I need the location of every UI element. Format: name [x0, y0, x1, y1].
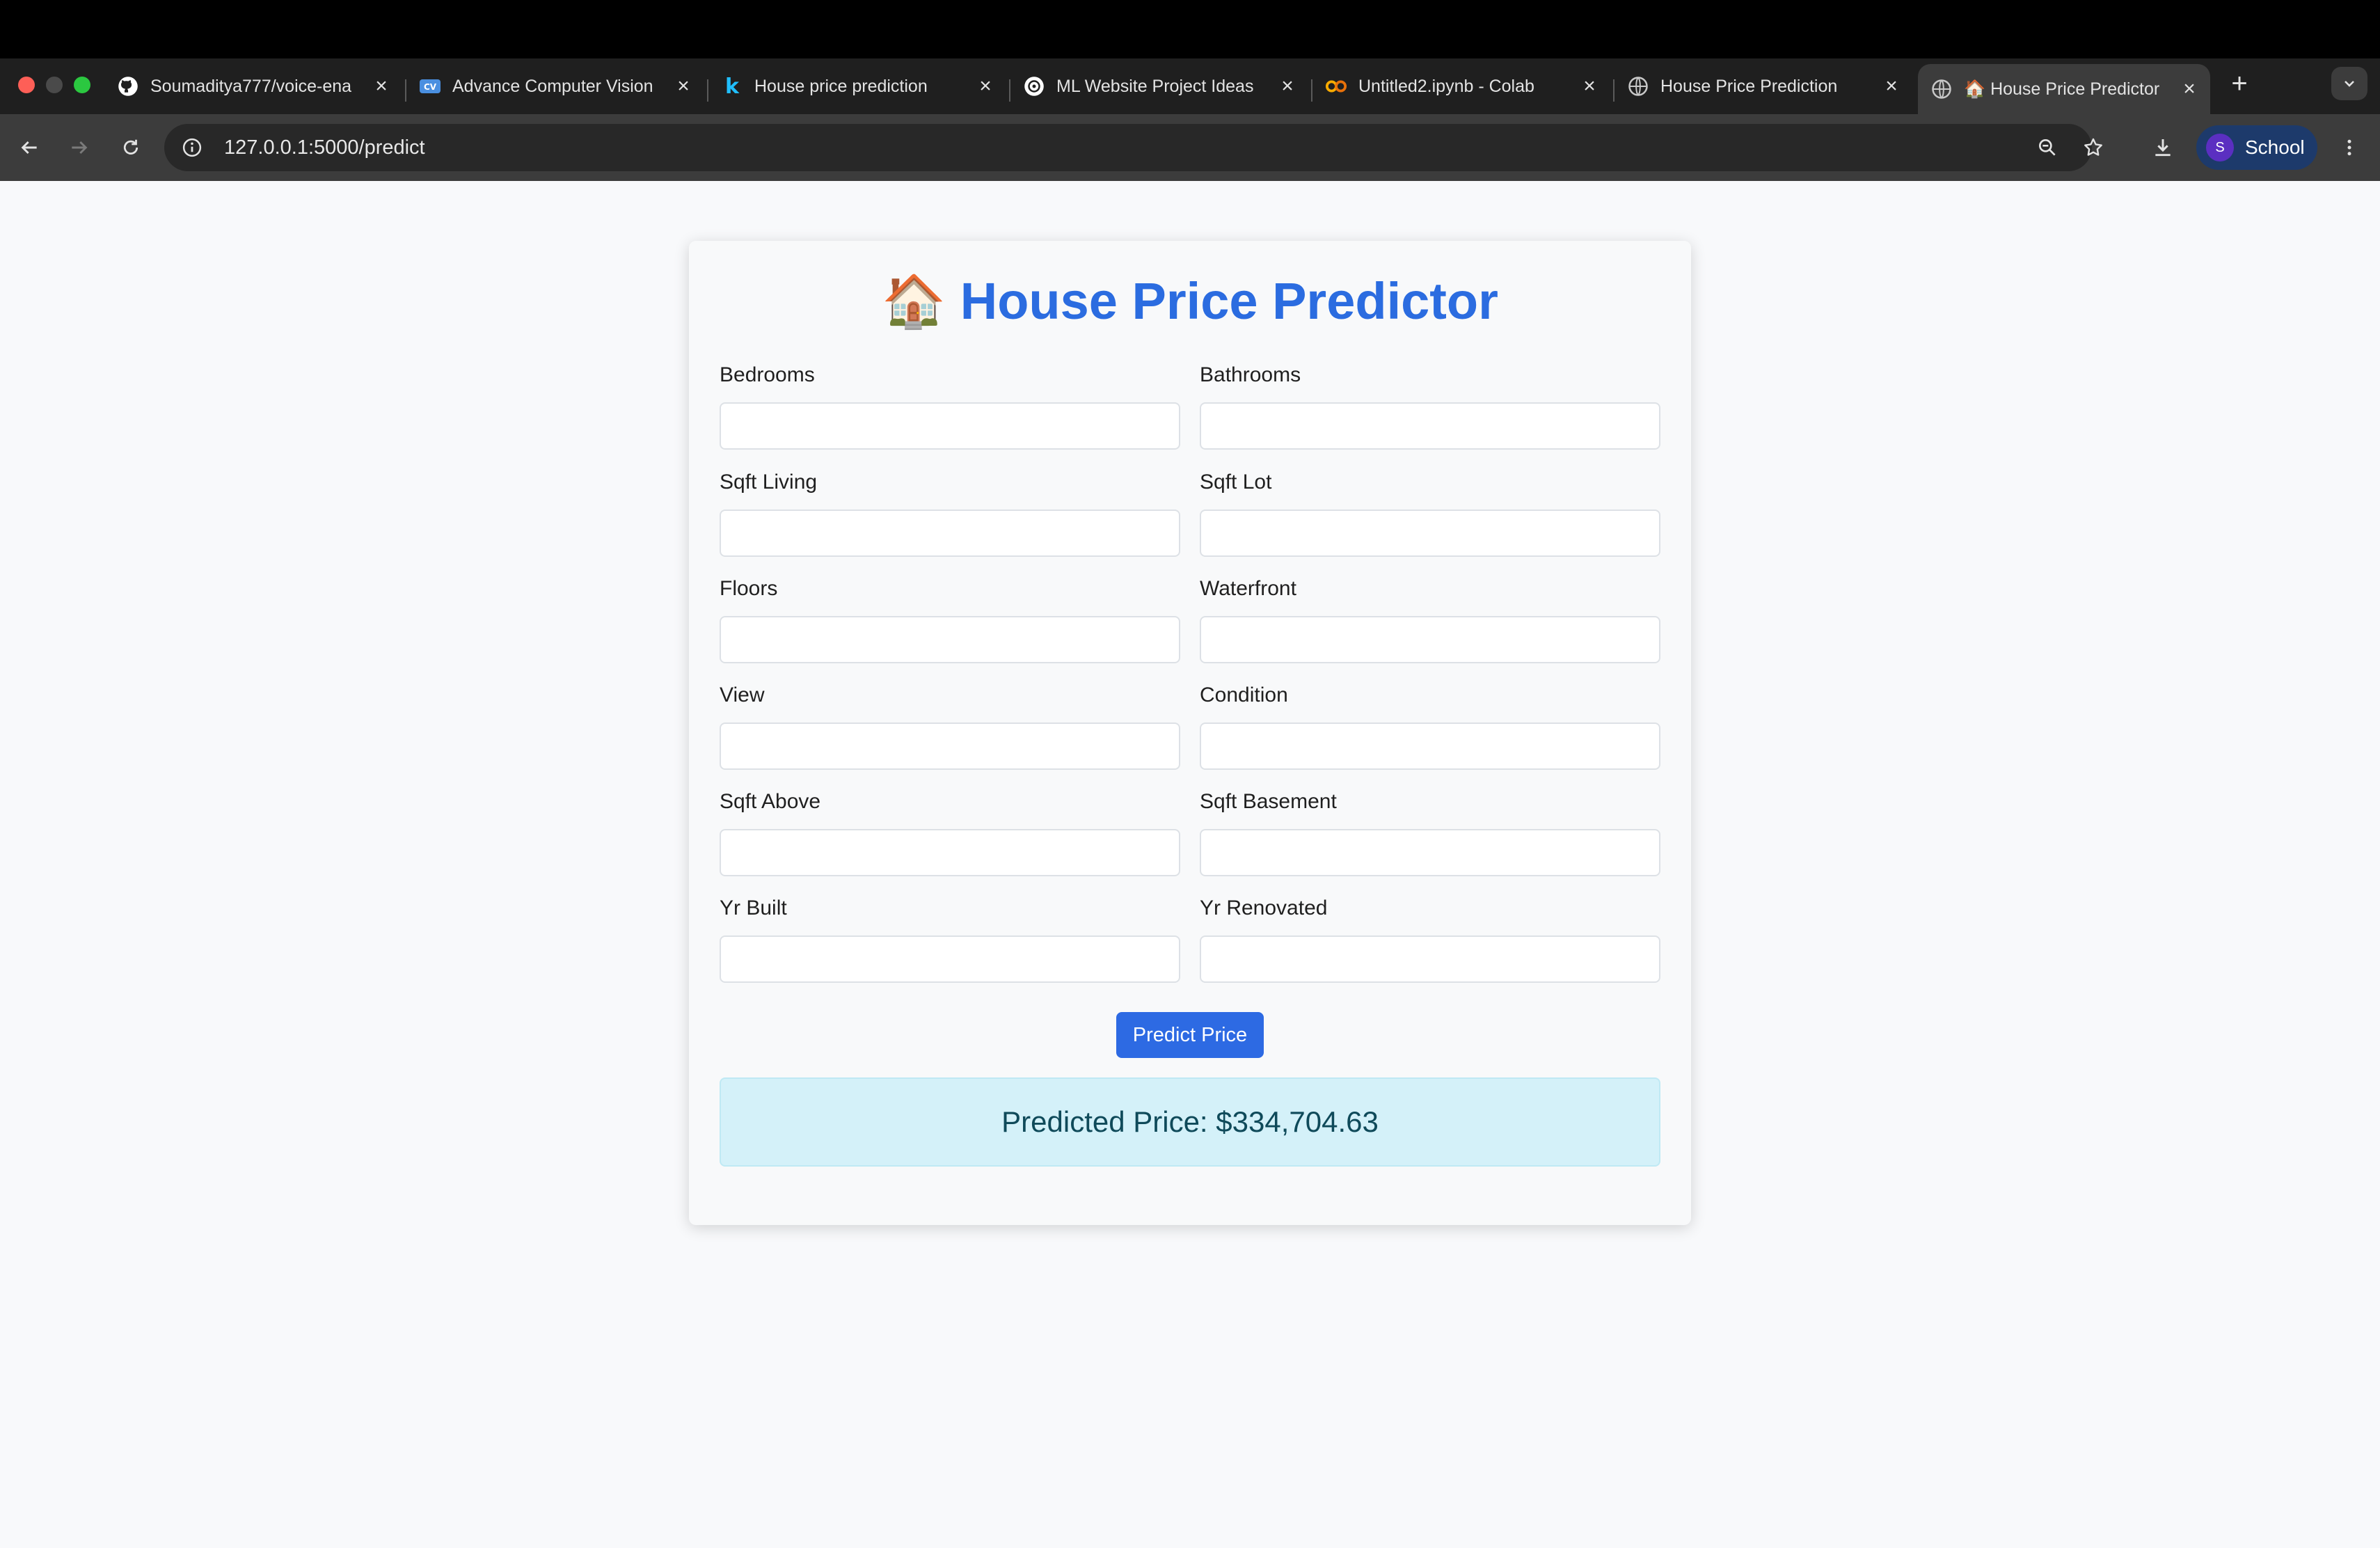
tab-github[interactable]: Soumaditya777/voice-ena ×	[117, 64, 394, 109]
globe-icon	[1627, 75, 1649, 97]
house-icon: 🏠	[882, 272, 946, 330]
arrow-right-icon	[72, 141, 88, 155]
tab-title: Soumaditya777/voice-ena	[150, 76, 352, 96]
downloads-button[interactable]	[2146, 131, 2180, 164]
kaggle-icon: k	[721, 75, 743, 97]
tab-separator	[1311, 79, 1312, 102]
url-text: 127.0.0.1:5000/predict	[224, 136, 425, 159]
avatar: S	[2206, 134, 2234, 161]
download-icon	[2155, 139, 2171, 157]
tab-colab[interactable]: Untitled2.ipynb - Colab ×	[1325, 64, 1602, 109]
bedrooms-input[interactable]	[720, 402, 1180, 450]
close-tab-icon[interactable]: ×	[1577, 74, 1602, 99]
close-tab-icon[interactable]: ×	[973, 74, 998, 99]
page-title: 🏠 House Price Predictor	[689, 271, 1691, 332]
chevron-down-icon	[2345, 81, 2354, 87]
back-button[interactable]	[13, 131, 46, 164]
predict-price-button[interactable]: Predict Price	[1116, 1012, 1264, 1058]
maximize-window-button[interactable]	[74, 77, 90, 93]
view-label: View	[720, 684, 765, 706]
tab-title: ML Website Project Ideas	[1056, 76, 1254, 96]
github-icon	[117, 75, 139, 97]
svg-text:CV: CV	[424, 82, 437, 92]
address-bar[interactable]: 127.0.0.1:5000/predict	[164, 124, 2092, 171]
forward-button[interactable]	[63, 131, 96, 164]
predicted-price-text: Predicted Price: $334,704.63	[1001, 1105, 1379, 1138]
tab-separator	[405, 79, 406, 102]
colab-icon	[1325, 75, 1347, 97]
window-top-bar	[0, 0, 2380, 58]
close-tab-icon[interactable]: ×	[671, 74, 696, 99]
tab-separator	[707, 79, 708, 102]
tab-separator	[1613, 79, 1615, 102]
condition-input[interactable]	[1200, 722, 1660, 770]
openai-icon	[1023, 75, 1045, 97]
sqft-living-label: Sqft Living	[720, 471, 818, 493]
close-tab-icon[interactable]: ×	[2177, 77, 2202, 102]
predictor-card: 🏠 House Price Predictor Bedrooms Bathroo…	[689, 241, 1691, 1225]
globe-icon	[1930, 78, 1953, 100]
page-title-text: House Price Predictor	[960, 272, 1498, 330]
cv-icon: CV	[419, 75, 441, 97]
page-content: 🏠 House Price Predictor Bedrooms Bathroo…	[0, 181, 2380, 1548]
arrow-left-icon	[21, 141, 37, 155]
kebab-menu-icon	[2347, 139, 2351, 156]
sqft-living-input[interactable]	[720, 510, 1180, 557]
tab-title: House price prediction	[754, 76, 928, 96]
tab-strip: Soumaditya777/voice-ena × CV Advance Com…	[0, 58, 2380, 114]
sqft-lot-input[interactable]	[1200, 510, 1660, 557]
bathrooms-label: Bathrooms	[1200, 363, 1301, 386]
close-tab-icon[interactable]: ×	[369, 74, 394, 99]
star-icon	[2084, 138, 2102, 156]
tab-kaggle[interactable]: k House price prediction ×	[721, 64, 998, 109]
close-tab-icon[interactable]: ×	[1275, 74, 1300, 99]
floors-input[interactable]	[720, 616, 1180, 663]
sqft-above-input[interactable]	[720, 829, 1180, 876]
tab-chatgpt[interactable]: ML Website Project Ideas ×	[1023, 64, 1300, 109]
site-info-icon[interactable]	[180, 135, 205, 160]
condition-label: Condition	[1200, 684, 1288, 706]
yr-built-label: Yr Built	[720, 897, 787, 919]
sqft-above-label: Sqft Above	[720, 790, 821, 813]
bookmark-button[interactable]	[2077, 131, 2110, 164]
zoom-button[interactable]	[2031, 131, 2064, 164]
minimize-window-button[interactable]	[46, 77, 63, 93]
waterfront-input[interactable]	[1200, 616, 1660, 663]
bathrooms-input[interactable]	[1200, 402, 1660, 450]
tab-search-button[interactable]	[2331, 67, 2367, 100]
prediction-result: Predicted Price: $334,704.63	[720, 1077, 1660, 1167]
yr-built-input[interactable]	[720, 935, 1180, 983]
tab-separator	[1009, 79, 1010, 102]
reload-button[interactable]	[114, 131, 148, 164]
sqft-basement-input[interactable]	[1200, 829, 1660, 876]
floors-label: Floors	[720, 577, 778, 600]
profile-name: School	[2245, 136, 2305, 158]
sqft-lot-label: Sqft Lot	[1200, 471, 1272, 493]
browser-menu-button[interactable]	[2333, 131, 2366, 164]
tab-title: House Price Prediction	[1660, 76, 1838, 96]
zoom-icon	[2039, 139, 2056, 156]
view-input[interactable]	[720, 722, 1180, 770]
tab-title: 🏠 House Price Predictor	[1964, 79, 2160, 99]
waterfront-label: Waterfront	[1200, 577, 1296, 600]
bedrooms-label: Bedrooms	[720, 363, 815, 386]
reload-icon	[123, 139, 138, 155]
tab-computer-vision[interactable]: CV Advance Computer Vision ×	[419, 64, 696, 109]
yr-renovated-input[interactable]	[1200, 935, 1660, 983]
yr-renovated-label: Yr Renovated	[1200, 897, 1328, 919]
tab-house-price-prediction[interactable]: House Price Prediction ×	[1627, 64, 1904, 109]
tab-title: Advance Computer Vision	[452, 76, 653, 96]
browser-toolbar: 127.0.0.1:5000/predict S School	[0, 114, 2380, 181]
sqft-basement-label: Sqft Basement	[1200, 790, 1337, 813]
close-window-button[interactable]	[18, 77, 35, 93]
tab-title: Untitled2.ipynb - Colab	[1358, 76, 1534, 96]
close-tab-icon[interactable]: ×	[1879, 74, 1904, 99]
profile-button[interactable]: S School	[2196, 125, 2317, 170]
svg-text:k: k	[725, 75, 740, 97]
tab-house-price-predictor[interactable]: 🏠 House Price Predictor ×	[1918, 64, 2210, 114]
new-tab-button[interactable]: +	[2224, 68, 2255, 99]
